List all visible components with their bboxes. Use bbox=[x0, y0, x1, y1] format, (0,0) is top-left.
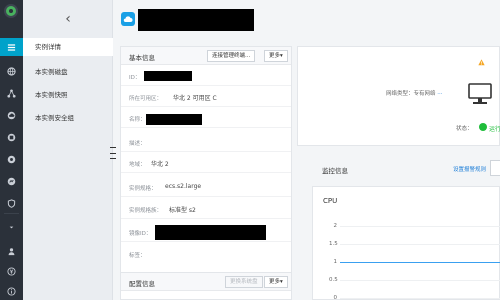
warning-icon bbox=[478, 59, 485, 66]
cloud-server-icon bbox=[121, 12, 135, 26]
id-label: ID： bbox=[129, 75, 141, 81]
left-icon-rail bbox=[0, 0, 23, 300]
cpu-gridline bbox=[340, 226, 500, 227]
cpu-y-tick-label: 0.5 bbox=[329, 277, 338, 283]
name-value-redacted bbox=[146, 114, 202, 125]
subnav-item-security-groups[interactable]: 本实例安全组 bbox=[23, 109, 113, 127]
cpu-y-tick-label: 1 bbox=[333, 259, 338, 265]
info-row-zone: 所在可用区： 华北 2 可用区 C bbox=[121, 87, 291, 107]
network-more-icon[interactable]: ··· bbox=[437, 91, 442, 97]
instance-type-label: 实例规格： bbox=[129, 186, 157, 192]
info-icon[interactable] bbox=[0, 282, 23, 300]
instance-type-value: ecs.s2.large bbox=[165, 183, 202, 190]
storage-icon[interactable] bbox=[0, 128, 23, 146]
time-range-selector[interactable] bbox=[490, 160, 500, 176]
collapse-icon[interactable] bbox=[0, 218, 23, 236]
connect-terminal-button[interactable]: 连接管理终端... bbox=[207, 50, 256, 62]
info-row-image-id: 镜像ID： bbox=[121, 222, 291, 242]
subnav-item-instance-disks[interactable]: 本实例磁盘 bbox=[23, 63, 113, 81]
currency-icon[interactable] bbox=[0, 262, 23, 280]
cpu-gridline bbox=[340, 244, 500, 245]
cpu-gridline bbox=[340, 298, 500, 299]
config-info-panel: 配置信息 更换系统盘 更多▾ bbox=[120, 272, 292, 300]
set-alarm-rules-link[interactable]: 设置报警规则 bbox=[453, 165, 486, 173]
config-more-button[interactable]: 更多▾ bbox=[264, 276, 288, 288]
brand-area[interactable] bbox=[0, 0, 23, 34]
rail-divider bbox=[4, 213, 19, 214]
network-icon[interactable] bbox=[0, 84, 23, 102]
basic-info-header: 基本信息 连接管理终端... 更多▾ bbox=[121, 47, 291, 65]
name-label: 名称： bbox=[129, 117, 146, 123]
subnav-item-instance-details[interactable]: 实例详情 bbox=[23, 38, 113, 56]
cpu-series-line bbox=[340, 262, 500, 263]
instance-family-label: 实例规格族： bbox=[129, 208, 163, 214]
tags-label: 标签： bbox=[129, 253, 146, 259]
info-row-instance-family: 实例规格族： 标准型 s2 bbox=[121, 199, 291, 219]
person-icon[interactable] bbox=[0, 242, 23, 260]
cpu-y-tick-label: 1.5 bbox=[329, 241, 338, 247]
region-label: 地域： bbox=[129, 162, 146, 168]
id-value-redacted bbox=[144, 71, 192, 81]
info-row-id: ID： bbox=[121, 66, 291, 86]
basic-info-title: 基本信息 bbox=[129, 54, 155, 62]
cloud-icon[interactable] bbox=[0, 106, 23, 124]
zone-value: 华北 2 可用区 C bbox=[173, 95, 217, 102]
region-value: 华北 2 bbox=[151, 161, 169, 168]
cpu-y-tick-label: 2 bbox=[333, 223, 338, 229]
network-type-label: 网络类型： bbox=[386, 91, 414, 97]
info-row-tags: 标签： bbox=[121, 244, 291, 264]
back-chevron-icon[interactable]: ‹ bbox=[23, 6, 113, 32]
instance-family-value: 标准型 s2 bbox=[169, 207, 196, 214]
monitor-icon[interactable] bbox=[0, 172, 23, 190]
info-row-description: 描述： bbox=[121, 132, 291, 152]
network-type-value: 专有网络 bbox=[413, 91, 436, 97]
status-label: 状态： bbox=[456, 126, 473, 132]
cpu-y-tick-label: 0 bbox=[333, 295, 338, 300]
instance-subnav: ‹ 实例详情 本实例磁盘 本实例快照 本实例安全组 bbox=[23, 0, 113, 300]
running-status-icon bbox=[479, 123, 487, 131]
info-row-name: 名称： bbox=[121, 108, 291, 128]
sidebar-collapse-handle[interactable] bbox=[110, 147, 116, 159]
basic-info-panel: 基本信息 连接管理终端... 更多▾ ID： 所在可用区： 华北 2 可用区 C… bbox=[120, 46, 292, 274]
more-button[interactable]: 更多▾ bbox=[264, 50, 288, 62]
globe-icon[interactable] bbox=[0, 62, 23, 80]
monitor-title: 监控信息 bbox=[322, 167, 348, 175]
instance-name-redacted bbox=[138, 9, 254, 31]
subnav-item-instance-snapshots[interactable]: 本实例快照 bbox=[23, 86, 113, 104]
image-id-value-redacted bbox=[155, 225, 266, 240]
status-value: 运行 bbox=[489, 126, 500, 133]
server-monitor-icon bbox=[468, 83, 492, 104]
instance-status-card: 网络类型：专有网络 ··· 状态： 运行 bbox=[297, 46, 500, 146]
shield-icon[interactable] bbox=[0, 194, 23, 212]
cpu-chart-title: CPU bbox=[323, 197, 338, 205]
change-system-disk-button[interactable]: 更换系统盘 bbox=[225, 276, 263, 288]
cpu-gridline bbox=[340, 280, 500, 281]
config-info-header: 配置信息 更换系统盘 更多▾ bbox=[121, 273, 291, 291]
network-type: 网络类型：专有网络 ··· bbox=[386, 89, 443, 97]
config-info-title: 配置信息 bbox=[129, 280, 155, 288]
leaf-logo-icon bbox=[4, 4, 18, 18]
monitor-section-header: 监控信息 设置报警规则 bbox=[297, 150, 500, 186]
info-row-region: 地域： 华北 2 bbox=[121, 153, 291, 173]
page-header bbox=[113, 0, 500, 40]
cpu-chart-card: CPU 2 1.5 1 0.5 0 bbox=[312, 186, 500, 300]
menu-icon[interactable] bbox=[0, 38, 23, 56]
zone-label: 所在可用区： bbox=[129, 96, 163, 102]
security-icon[interactable] bbox=[0, 150, 23, 168]
info-row-instance-type: 实例规格： ecs.s2.large bbox=[121, 177, 291, 197]
description-label: 描述： bbox=[129, 141, 146, 147]
image-id-label: 镜像ID： bbox=[129, 231, 152, 237]
